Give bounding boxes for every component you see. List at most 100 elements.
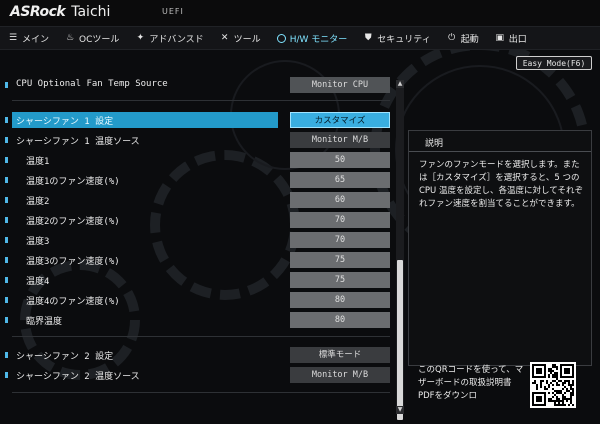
qr-module: [554, 366, 556, 368]
qr-module: [548, 376, 550, 378]
qr-module: [556, 400, 558, 402]
qr-module: [552, 400, 554, 402]
qr-module: [556, 396, 558, 398]
setting-row[interactable]: 温度3 70: [0, 231, 396, 249]
qr-module: [556, 376, 558, 378]
qr-module: [532, 404, 546, 406]
qr-module: [560, 364, 562, 378]
setting-row[interactable]: 温度3のファン速度(%) 75: [0, 251, 396, 269]
qr-module: [558, 392, 560, 394]
setting-row[interactable]: シャーシファン 1 温度ソース Monitor M/B: [0, 131, 396, 149]
nav-tab-1[interactable]: ♨ OCツール: [57, 27, 127, 49]
qr-module: [536, 396, 542, 402]
qr-module: [550, 372, 552, 374]
section-divider: [12, 100, 390, 101]
flame-icon: ♨: [65, 33, 75, 43]
setting-value-field[interactable]: 65: [290, 172, 390, 188]
setting-row[interactable]: シャーシファン 2 温度ソース Monitor M/B: [0, 366, 396, 384]
qr-module: [566, 390, 568, 392]
qr-module: [534, 382, 536, 384]
qr-module: [540, 384, 542, 386]
scrollbar[interactable]: ▲ ▼: [396, 80, 404, 420]
setting-value-field[interactable]: 50: [290, 152, 390, 168]
nav-tab-4[interactable]: H/W モニター: [269, 27, 356, 49]
description-text: ファンのファンモードを選択します。または［カスタマイズ］を選択すると、5 つの …: [419, 160, 583, 209]
qr-module: [566, 380, 568, 382]
row-marker-icon: [5, 217, 8, 223]
setting-row[interactable]: CPU Optional Fan Temp Source Monitor CPU: [0, 76, 396, 94]
qr-module: [570, 398, 572, 400]
setting-row[interactable]: シャーシファン 2 設定 標準モード: [0, 346, 396, 364]
qr-module: [572, 404, 574, 406]
setting-value-field[interactable]: 標準モード: [290, 347, 390, 363]
qr-module: [570, 392, 572, 394]
nav-tab-7[interactable]: ▣ 出口: [487, 27, 535, 49]
qr-module: [554, 372, 556, 374]
qr-module: [532, 392, 546, 394]
row-marker-icon: [5, 157, 8, 163]
qr-module: [544, 386, 546, 388]
qr-module: [554, 390, 556, 392]
qr-module: [564, 382, 566, 384]
qr-module: [548, 384, 550, 386]
setting-value-field[interactable]: カスタマイズ: [290, 112, 390, 128]
qr-module: [552, 380, 554, 382]
qr-module: [564, 386, 566, 388]
nav-tab-3[interactable]: ✕ ツール: [212, 27, 269, 49]
qr-module: [572, 384, 574, 386]
row-marker-icon: [5, 277, 8, 283]
description-title: 説明: [425, 139, 444, 149]
qr-module: [560, 400, 562, 402]
qr-module: [570, 400, 572, 402]
qr-module: [564, 392, 566, 394]
qr-module: [544, 392, 546, 406]
setting-row[interactable]: 温度1 50: [0, 151, 396, 169]
nav-tab-5[interactable]: ⛊ セキュリティ: [355, 27, 438, 49]
setting-row[interactable]: 温度1のファン速度(%) 65: [0, 171, 396, 189]
setting-row[interactable]: 臨界温度 80: [0, 311, 396, 329]
easy-mode-button[interactable]: Easy Mode(F6): [516, 56, 592, 70]
qr-module: [564, 368, 570, 374]
setting-value-field[interactable]: 60: [290, 192, 390, 208]
setting-row[interactable]: 温度4のファン速度(%) 80: [0, 291, 396, 309]
qr-module: [556, 372, 558, 374]
qr-module: [532, 364, 534, 378]
qr-module: [568, 390, 570, 392]
setting-row[interactable]: 温度2 60: [0, 191, 396, 209]
setting-value-field[interactable]: 75: [290, 272, 390, 288]
setting-value-field[interactable]: 70: [290, 232, 390, 248]
nav-tab-6[interactable]: ⏻ 起動: [439, 27, 487, 49]
qr-module: [554, 404, 556, 406]
setting-value-field[interactable]: Monitor M/B: [290, 132, 390, 148]
nav-tab-2[interactable]: ✦ アドバンスド: [127, 27, 211, 49]
qr-module: [560, 392, 562, 394]
description-divider: [409, 151, 591, 152]
setting-value-field[interactable]: 70: [290, 212, 390, 228]
scrollbar-thumb[interactable]: [397, 260, 403, 420]
qr-module: [562, 404, 564, 406]
scroll-down-arrow-icon[interactable]: ▼: [396, 406, 404, 414]
setting-row[interactable]: 温度4 75: [0, 271, 396, 289]
qr-module: [552, 376, 554, 378]
scroll-up-arrow-icon[interactable]: ▲: [396, 80, 404, 88]
nav-tab-label: ツール: [233, 34, 261, 45]
setting-row[interactable]: シャーシファン 1 設定 カスタマイズ: [0, 111, 396, 129]
qr-module: [558, 404, 560, 406]
qr-module: [548, 392, 550, 394]
qr-module: [572, 392, 574, 394]
qr-module: [568, 380, 570, 382]
qr-module: [554, 400, 556, 402]
setting-value-field[interactable]: Monitor CPU: [290, 77, 390, 93]
nav-tab-label: セキュリティ: [377, 34, 431, 45]
qr-module: [564, 404, 566, 406]
setting-value-field[interactable]: 75: [290, 252, 390, 268]
settings-list: CPU Optional Fan Temp Source Monitor CPU シ…: [0, 74, 396, 416]
setting-value-field[interactable]: Monitor M/B: [290, 367, 390, 383]
setting-value-field[interactable]: 80: [290, 292, 390, 308]
setting-value-field[interactable]: 80: [290, 312, 390, 328]
qr-module: [572, 388, 574, 390]
qr-module: [566, 400, 568, 402]
setting-row[interactable]: 温度2のファン速度(%) 70: [0, 211, 396, 229]
qr-module: [558, 384, 560, 386]
nav-tab-0[interactable]: ☰ メイン: [0, 27, 57, 49]
